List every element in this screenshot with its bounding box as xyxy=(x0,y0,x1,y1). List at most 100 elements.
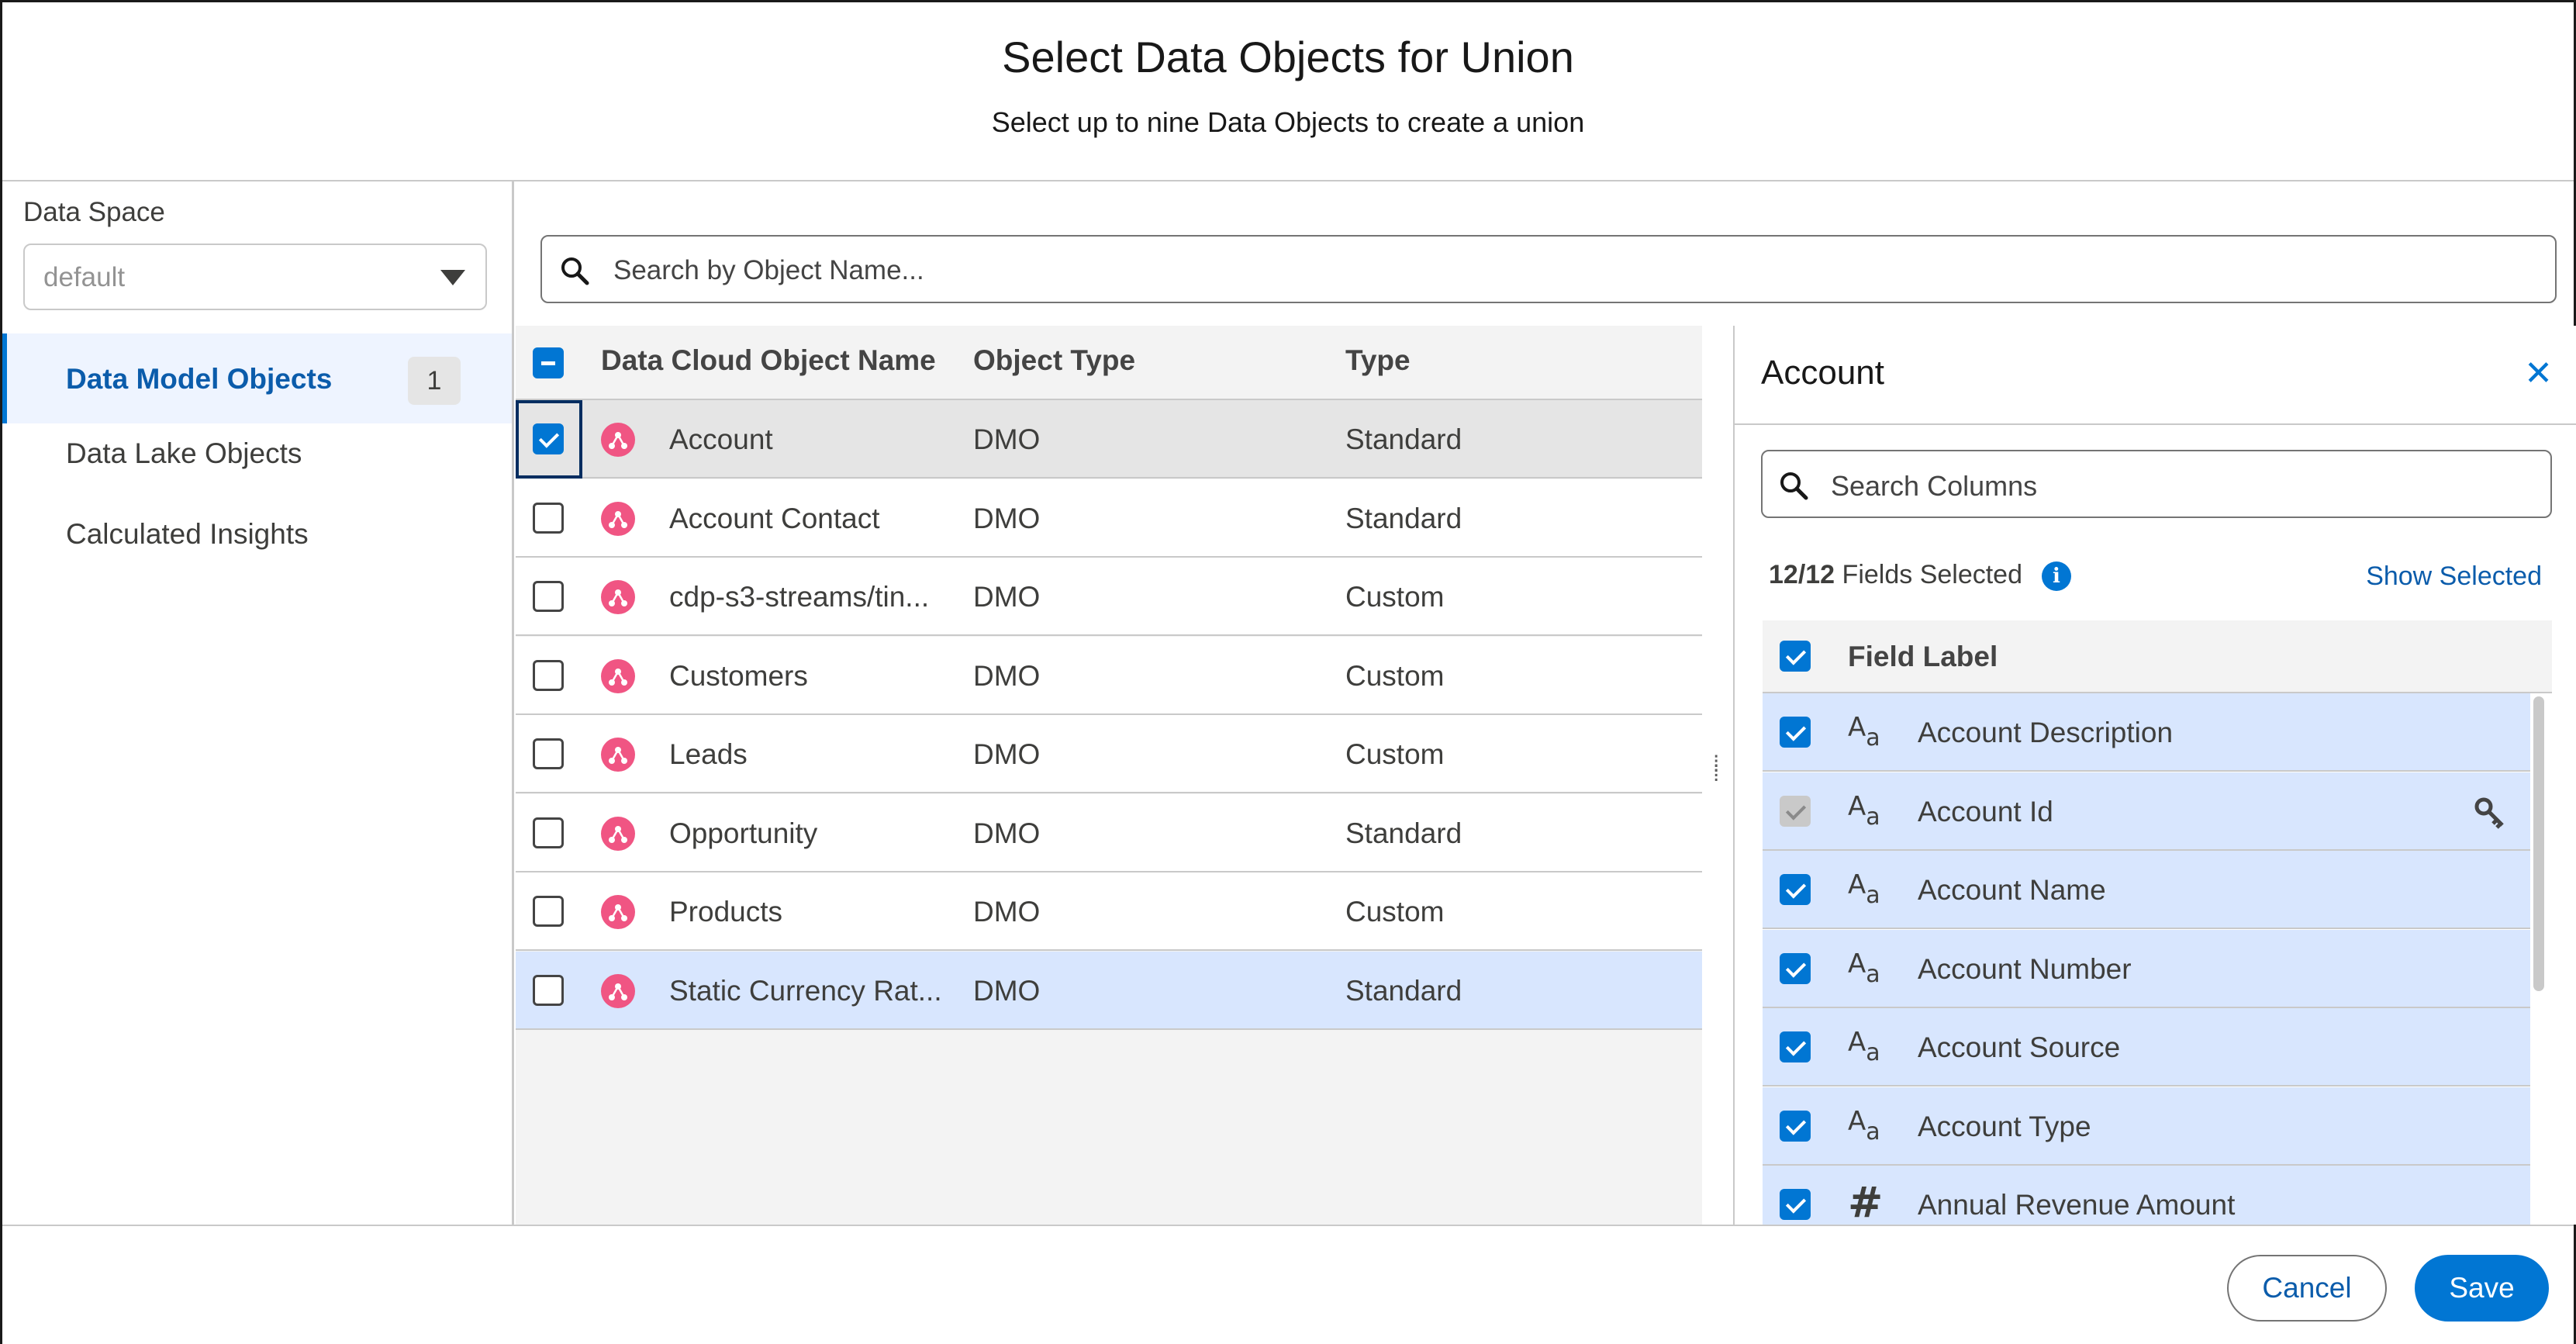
select-all-checkbox[interactable] xyxy=(533,347,564,378)
data-space-label: Data Space xyxy=(23,197,165,227)
table-row[interactable]: Account Contact DMO Standard xyxy=(516,479,1702,558)
type: Custom xyxy=(1345,738,1445,770)
type: Custom xyxy=(1345,659,1445,692)
field-label: Account Id xyxy=(1918,795,2053,827)
field-checkbox xyxy=(1780,795,1811,827)
object-type: DMO xyxy=(973,423,1041,455)
row-checkbox[interactable] xyxy=(533,817,564,848)
text-type-icon: Aa xyxy=(1848,948,1880,988)
number-type-icon: # xyxy=(1848,1178,1884,1227)
sidebar-item-calculated-insights[interactable]: Calculated Insights xyxy=(2,504,512,594)
column-header-object-type[interactable]: Object Type xyxy=(973,344,1135,377)
type: Standard xyxy=(1345,974,1462,1007)
object-name: Static Currency Rat... xyxy=(669,974,942,1007)
type: Standard xyxy=(1345,502,1462,534)
field-checkbox[interactable] xyxy=(1780,717,1811,748)
row-checkbox[interactable] xyxy=(533,581,564,612)
modal-footer: Cancel Save xyxy=(2,1225,2574,1344)
caret-down-icon xyxy=(440,270,465,285)
show-selected-link[interactable]: Show Selected xyxy=(2366,561,2542,592)
text-type-icon: Aa xyxy=(1848,790,1880,831)
data-object-icon xyxy=(601,816,635,851)
field-row[interactable]: Aa Account Number xyxy=(1763,929,2530,1008)
field-label: Account Name xyxy=(1918,874,2106,906)
column-header-name[interactable]: Data Cloud Object Name xyxy=(601,344,936,377)
field-panel: Account ✕ Search Columns 12/12 Fields Se… xyxy=(1733,326,2576,1244)
fields-selected-count: 12/12 Fields Selected xyxy=(1769,560,2022,590)
object-name: Products xyxy=(669,896,783,928)
field-checkbox[interactable] xyxy=(1780,952,1811,984)
data-object-icon xyxy=(601,895,635,929)
text-type-icon: Aa xyxy=(1848,712,1880,751)
type: Standard xyxy=(1345,817,1462,849)
row-checkbox[interactable] xyxy=(533,738,564,769)
row-checkbox[interactable] xyxy=(533,659,564,691)
field-row[interactable]: Aa Account Type xyxy=(1763,1087,2530,1166)
search-icon xyxy=(1780,472,1808,500)
column-header-type[interactable]: Type xyxy=(1345,344,1411,377)
row-checkbox[interactable] xyxy=(533,502,564,534)
search-columns-input[interactable]: Search Columns xyxy=(1761,450,2552,518)
object-type: DMO xyxy=(973,974,1041,1007)
sidebar-item-data-lake-objects[interactable]: Data Lake Objects xyxy=(2,423,512,513)
count-badge: 1 xyxy=(408,357,461,405)
scrollbar[interactable] xyxy=(2533,696,2544,991)
field-row[interactable]: Aa Account Id xyxy=(1763,772,2530,851)
data-object-icon xyxy=(601,501,635,536)
table-row[interactable]: Account DMO Standard xyxy=(516,400,1702,479)
cancel-button[interactable]: Cancel xyxy=(2227,1255,2387,1322)
object-type: DMO xyxy=(973,896,1041,928)
select-data-objects-modal: Select Data Objects for Union Select up … xyxy=(0,0,2576,1344)
modal-header: Select Data Objects for Union Select up … xyxy=(2,2,2574,181)
data-space-value: default xyxy=(43,262,126,292)
data-space-select[interactable]: default xyxy=(23,244,487,310)
field-row[interactable]: Aa Account Name xyxy=(1763,851,2530,929)
table-row[interactable]: Customers DMO Custom xyxy=(516,636,1702,715)
panel-title: Account xyxy=(1761,354,1884,392)
object-name: Leads xyxy=(669,738,748,770)
info-icon[interactable]: i xyxy=(2042,561,2071,591)
table-row[interactable]: Products DMO Custom xyxy=(516,872,1702,951)
close-icon[interactable]: ✕ xyxy=(2524,357,2553,391)
select-all-fields-checkbox[interactable] xyxy=(1780,641,1811,672)
object-name: Account xyxy=(669,423,773,455)
field-row[interactable]: Aa Account Source xyxy=(1763,1008,2530,1087)
objects-table: Data Cloud Object Name Object Type Type … xyxy=(516,326,1702,1225)
field-row[interactable]: Aa Account Description xyxy=(1763,693,2530,772)
field-checkbox[interactable] xyxy=(1780,1110,1811,1142)
field-checkbox[interactable] xyxy=(1780,1189,1811,1220)
object-type: DMO xyxy=(973,738,1041,770)
field-checkbox[interactable] xyxy=(1780,1031,1811,1062)
type: Standard xyxy=(1345,423,1462,455)
table-row[interactable]: Opportunity DMO Standard xyxy=(516,793,1702,872)
sidebar-item-label: Data Lake Objects xyxy=(66,437,302,469)
object-name: Account Contact xyxy=(669,502,880,534)
field-label: Account Number xyxy=(1918,952,2132,985)
sidebar-item-data-model-objects[interactable]: Data Model Objects 1 xyxy=(2,333,512,423)
field-checkbox[interactable] xyxy=(1780,874,1811,905)
row-checkbox[interactable] xyxy=(533,423,564,454)
field-label: Account Source xyxy=(1918,1031,2121,1063)
resize-handle[interactable]: ⁞ ⁞ xyxy=(1702,326,1733,1225)
table-row[interactable]: cdp-s3-streams/tin... DMO Custom xyxy=(516,558,1702,636)
row-checkbox[interactable] xyxy=(533,896,564,927)
key-icon xyxy=(2474,797,2504,829)
field-table-header: Field Label xyxy=(1763,620,2552,693)
search-placeholder: Search by Object Name... xyxy=(613,255,924,285)
save-button[interactable]: Save xyxy=(2415,1255,2549,1322)
data-object-icon xyxy=(601,580,635,614)
table-row[interactable]: Leads DMO Custom xyxy=(516,715,1702,793)
data-object-icon xyxy=(601,423,635,457)
modal-subtitle: Select up to nine Data Objects to create… xyxy=(991,106,1585,138)
object-name: cdp-s3-streams/tin... xyxy=(669,581,930,613)
table-row[interactable]: Static Currency Rat... DMO Standard xyxy=(516,951,1702,1030)
text-type-icon: Aa xyxy=(1848,869,1880,909)
sidebar-item-label: Data Model Objects xyxy=(66,363,333,395)
table-header: Data Cloud Object Name Object Type Type xyxy=(516,326,1702,400)
sidebar-item-label: Calculated Insights xyxy=(66,518,309,550)
object-type: DMO xyxy=(973,581,1041,613)
object-search-input[interactable]: Search by Object Name... xyxy=(540,235,2557,303)
row-checkbox[interactable] xyxy=(533,974,564,1006)
object-type: DMO xyxy=(973,502,1041,534)
object-name: Customers xyxy=(669,659,808,692)
